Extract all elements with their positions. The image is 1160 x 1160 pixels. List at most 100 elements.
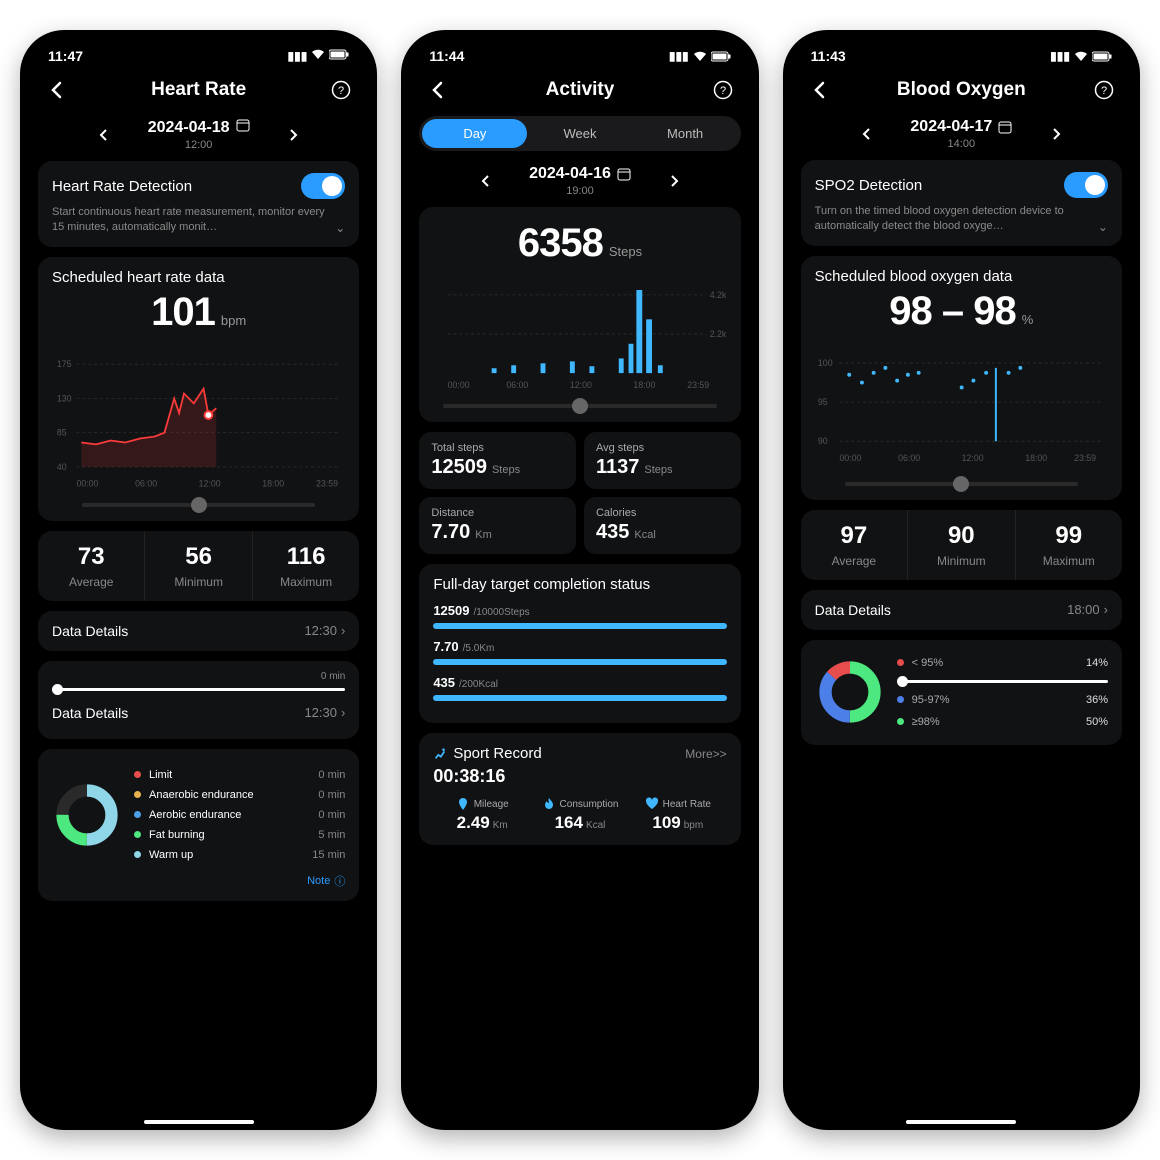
zone-anaerobic: Anaerobic endurance 0 min xyxy=(134,785,345,805)
chevron-right-icon: › xyxy=(1104,602,1108,617)
legend-mid: 95-97% 36% xyxy=(897,689,1108,711)
date-next-button[interactable] xyxy=(1042,120,1070,148)
signal-icon: ▮▮▮ xyxy=(1050,49,1070,63)
help-icon[interactable]: ? xyxy=(327,76,355,104)
time-scrubber[interactable] xyxy=(82,503,315,507)
svg-text:18:00: 18:00 xyxy=(634,380,656,390)
home-indicator[interactable] xyxy=(144,1120,254,1122)
segment-month[interactable]: Month xyxy=(633,119,738,148)
date-prev-button[interactable] xyxy=(471,167,499,195)
svg-text:85: 85 xyxy=(57,427,67,437)
phone-activity: 11:44 ▮▮▮ Activity ? Day Week Month 20 xyxy=(401,30,758,1130)
detection-toggle[interactable] xyxy=(1064,172,1108,198)
page-title: Activity xyxy=(546,79,615,101)
segment-day[interactable]: Day xyxy=(422,119,527,148)
svg-text:?: ? xyxy=(1101,85,1107,97)
detection-label: SPO2 Detection xyxy=(815,177,923,194)
battery-icon xyxy=(711,51,731,62)
calendar-icon xyxy=(617,167,631,181)
wifi-icon xyxy=(311,49,325,63)
svg-text:4.2k: 4.2k xyxy=(710,290,727,300)
svg-text:00:00: 00:00 xyxy=(839,452,861,462)
zone-slider[interactable] xyxy=(52,688,345,691)
date-next-button[interactable] xyxy=(661,167,689,195)
statusbar: 11:44 ▮▮▮ xyxy=(409,38,750,68)
svg-text:12:00: 12:00 xyxy=(961,452,983,462)
stat-maximum: 99 Maximum xyxy=(1016,510,1122,580)
detection-card: SPO2 Detection Turn on the timed blood o… xyxy=(801,160,1122,246)
page-title: Heart Rate xyxy=(151,79,246,101)
runner-icon xyxy=(433,747,447,761)
progress-calories: 435/200Kcal xyxy=(433,675,726,701)
spo2-stats-card: 97 Average 90 Minimum 99 Maximum xyxy=(801,510,1122,580)
chevron-down-icon[interactable]: ⌄ xyxy=(1098,220,1108,234)
battery-icon xyxy=(329,49,349,63)
date-prev-button[interactable] xyxy=(852,120,880,148)
svg-text:175: 175 xyxy=(57,359,72,369)
chevron-right-icon: › xyxy=(341,705,345,720)
steps-unit: Steps xyxy=(609,244,642,259)
zone-limit: Limit 0 min xyxy=(134,765,345,785)
date-value: 2024-04-18 xyxy=(148,119,230,137)
chevron-down-icon[interactable]: ⌄ xyxy=(335,221,345,235)
steps-chart-card: 6358 Steps 4.2k 2.2k xyxy=(419,207,740,422)
date-picker[interactable]: 2024-04-18 12:00 xyxy=(148,118,250,151)
stat-minimum: 90 Minimum xyxy=(908,510,1015,580)
legend-slider[interactable] xyxy=(897,680,1108,683)
back-button[interactable] xyxy=(805,76,833,104)
completion-card: Full-day target completion status 12509/… xyxy=(419,564,740,723)
progress-steps: 12509/10000Steps xyxy=(433,603,726,629)
data-details-row[interactable]: Data Details 18:00› xyxy=(801,590,1122,630)
help-icon[interactable]: ? xyxy=(1090,76,1118,104)
sport-more-link[interactable]: More>> xyxy=(685,747,726,761)
mini-avg-steps: Avg steps 1137Steps xyxy=(584,432,741,489)
zone-fat-burning: Fat burning 5 min xyxy=(134,825,345,845)
status-icons: ▮▮▮ xyxy=(1050,49,1112,63)
phone-heart-rate: 11:47 ▮▮▮ Heart Rate ? 2024-04-18 xyxy=(20,30,377,1130)
help-icon[interactable]: ? xyxy=(709,76,737,104)
heart-rate-line-chart[interactable]: 175 130 85 40 00:00 06:00 12:00 18:00 23… xyxy=(52,343,345,493)
clock: 11:47 xyxy=(48,48,83,64)
svg-text:?: ? xyxy=(720,85,726,97)
sport-record-card[interactable]: Sport Record More>> 00:38:16 Mileage 2.4… xyxy=(419,733,740,845)
phone-blood-oxygen: 11:43 ▮▮▮ Blood Oxygen ? 2024-04-17 14: xyxy=(783,30,1140,1130)
back-button[interactable] xyxy=(423,76,451,104)
heart-icon xyxy=(645,797,659,811)
back-button[interactable] xyxy=(42,76,70,104)
page-title: Blood Oxygen xyxy=(897,79,1026,101)
spo2-scatter-chart[interactable]: 100 95 90 00:00 06:00 12:00 18:00 xyxy=(815,342,1108,472)
svg-text:18:00: 18:00 xyxy=(262,478,284,488)
sport-heart-rate: Heart Rate 109bpm xyxy=(629,797,727,833)
steps-value: 6358 xyxy=(518,221,603,266)
stat-maximum: 116 Maximum xyxy=(253,531,359,601)
zone-aerobic: Aerobic endurance 0 min xyxy=(134,805,345,825)
data-details-row-1[interactable]: Data Details 12:30› xyxy=(38,611,359,651)
period-segmented[interactable]: Day Week Month xyxy=(419,116,740,151)
clock: 11:44 xyxy=(429,48,464,64)
svg-text:06:00: 06:00 xyxy=(898,452,920,462)
progress-distance: 7.70/5.0Km xyxy=(433,639,726,665)
svg-text:18:00: 18:00 xyxy=(1025,452,1047,462)
data-details-row-2[interactable]: Data Details 12:30› xyxy=(52,697,345,729)
detection-desc: Start continuous heart rate measurement,… xyxy=(52,205,331,235)
time-scrubber[interactable] xyxy=(845,482,1078,486)
svg-text:95: 95 xyxy=(818,397,828,407)
segment-week[interactable]: Week xyxy=(527,119,632,148)
home-indicator[interactable] xyxy=(906,1120,1016,1122)
date-next-button[interactable] xyxy=(280,121,308,149)
note-link[interactable]: Note ⓘ xyxy=(52,869,345,889)
time-scrubber[interactable] xyxy=(443,404,716,408)
detection-toggle[interactable] xyxy=(301,173,345,199)
statusbar: 11:43 ▮▮▮ xyxy=(791,38,1132,68)
date-prev-button[interactable] xyxy=(90,121,118,149)
clock: 11:43 xyxy=(811,48,846,64)
legend-high: ≥98% 50% xyxy=(897,711,1108,733)
detection-card: Heart Rate Detection Start continuous he… xyxy=(38,161,359,247)
steps-bar-chart[interactable]: 4.2k 2.2k 00:00 06:00 12:00 18:00 xyxy=(433,274,726,394)
heart-chart-card: Scheduled heart rate data 101 bpm 175 13… xyxy=(38,257,359,521)
svg-text:12:00: 12:00 xyxy=(199,478,221,488)
detection-desc: Turn on the timed blood oxygen detection… xyxy=(815,204,1094,234)
sport-duration: 00:38:16 xyxy=(433,766,726,787)
date-picker[interactable]: 2024-04-17 14:00 xyxy=(910,118,1012,150)
date-picker[interactable]: 2024-04-16 19:00 xyxy=(529,165,631,197)
